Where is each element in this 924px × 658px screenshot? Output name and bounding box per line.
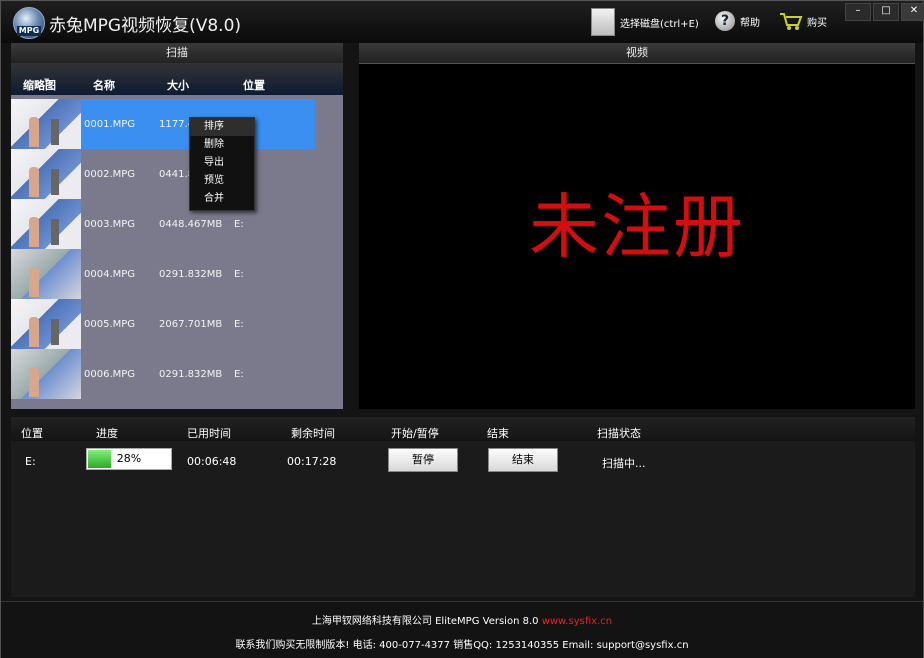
menu-item-delete[interactable]: 删除 bbox=[190, 136, 254, 154]
video-panel-header: 视频 bbox=[359, 43, 915, 64]
file-list-header: ▼ 缩略图 名称 大小 位置 bbox=[11, 63, 343, 95]
thumbnail bbox=[11, 199, 81, 249]
file-location: E: bbox=[234, 219, 244, 230]
column-thumb[interactable]: 缩略图 bbox=[23, 77, 56, 93]
cart-icon bbox=[780, 13, 803, 30]
col-progress: 进度 bbox=[96, 427, 118, 440]
buy-label: 购买 bbox=[807, 17, 827, 29]
help-label: 帮助 bbox=[740, 17, 760, 29]
col-remaining: 剩余时间 bbox=[291, 427, 335, 440]
thumbnail bbox=[11, 299, 81, 349]
column-name[interactable]: 名称 bbox=[93, 77, 115, 93]
unregistered-watermark: 未注册 bbox=[529, 186, 745, 268]
file-location: E: bbox=[234, 269, 244, 280]
file-name: 0005.MPG bbox=[84, 319, 136, 330]
app-logo-label: MPG bbox=[17, 26, 41, 36]
minimize-icon[interactable]: – bbox=[845, 3, 871, 21]
col-stop: 结束 bbox=[487, 427, 509, 440]
select-disk-label: 选择磁盘(ctrl+E) bbox=[620, 18, 699, 30]
elapsed-time: 00:06:48 bbox=[187, 455, 237, 468]
footer-company-line: 上海甲钗网络科技有限公司 EliteMPG Version 8.0 www.sy… bbox=[1, 612, 923, 627]
footer-contact: 联系我们购买无限制版本! 电话: 400-077-4377 销售QQ: 1253… bbox=[235, 640, 689, 651]
menu-item-export[interactable]: 导出 bbox=[190, 154, 254, 172]
stop-button[interactable]: 结束 bbox=[488, 448, 558, 472]
title-bar: MPG 赤兔MPG视频恢复(V8.0) 选择磁盘(ctrl+E) ? 帮助 购买… bbox=[1, 1, 924, 43]
buy-button[interactable]: 购买 bbox=[779, 11, 827, 31]
col-start-pause: 开始/暂停 bbox=[391, 427, 439, 440]
file-list: 0001.MPG 1177.4 0002.MPG 0441.8 0003.MPG… bbox=[11, 99, 343, 399]
disk-icon bbox=[591, 8, 615, 36]
progress-bar: 28% bbox=[86, 448, 172, 470]
col-elapsed: 已用时间 bbox=[187, 427, 231, 440]
file-row[interactable]: 0003.MPG 0448.467MB E: bbox=[11, 199, 343, 249]
column-location[interactable]: 位置 bbox=[243, 77, 265, 93]
file-name: 0001.MPG bbox=[84, 119, 136, 130]
file-location: E: bbox=[234, 369, 244, 380]
progress-row: E: 28% 00:06:48 00:17:28 暂停 结束 扫描中... bbox=[11, 447, 915, 475]
help-button[interactable]: ? 帮助 bbox=[715, 11, 760, 31]
context-menu: 排序 删除 导出 预览 合并 bbox=[189, 117, 255, 211]
file-row[interactable]: 0004.MPG 0291.832MB E: bbox=[11, 249, 343, 299]
scan-panel-header: 扫描 bbox=[11, 43, 343, 64]
file-size: 0448.467MB bbox=[159, 219, 223, 230]
file-size: 2067.701MB bbox=[159, 319, 223, 330]
scan-progress-panel bbox=[11, 417, 915, 597]
menu-item-preview[interactable]: 预览 bbox=[190, 172, 254, 190]
pause-button[interactable]: 暂停 bbox=[388, 448, 458, 472]
progress-percent: 28% bbox=[116, 452, 142, 465]
scan-status: 扫描中... bbox=[602, 457, 646, 470]
col-status: 扫描状态 bbox=[597, 427, 641, 440]
footer-company: 上海甲钗网络科技有限公司 EliteMPG Version 8.0 bbox=[311, 616, 539, 627]
app-window: MPG 赤兔MPG视频恢复(V8.0) 选择磁盘(ctrl+E) ? 帮助 购买… bbox=[0, 0, 924, 658]
file-size: 0291.832MB bbox=[159, 269, 223, 280]
close-icon[interactable]: ✕ bbox=[901, 3, 924, 21]
file-row[interactable]: 0006.MPG 0291.832MB E: bbox=[11, 349, 343, 399]
menu-item-merge[interactable]: 合并 bbox=[190, 190, 254, 208]
file-row[interactable]: 0005.MPG 2067.701MB E: bbox=[11, 299, 343, 349]
file-name: 0004.MPG bbox=[84, 269, 136, 280]
file-row[interactable]: 0002.MPG 0441.8 bbox=[11, 149, 343, 199]
thumbnail bbox=[11, 149, 81, 199]
file-name: 0006.MPG bbox=[84, 369, 136, 380]
file-size: 0291.832MB bbox=[159, 369, 223, 380]
window-controls: – □ ✕ bbox=[843, 3, 924, 21]
app-title: 赤兔MPG视频恢复(V8.0) bbox=[49, 16, 242, 36]
column-size[interactable]: 大小 bbox=[167, 77, 189, 93]
remaining-time: 00:17:28 bbox=[287, 455, 337, 468]
col-location: 位置 bbox=[21, 427, 43, 440]
app-logo-icon: MPG bbox=[13, 7, 45, 39]
maximize-icon[interactable]: □ bbox=[873, 3, 899, 21]
scan-location: E: bbox=[25, 455, 36, 468]
help-icon: ? bbox=[715, 11, 735, 31]
select-disk-button[interactable]: 选择磁盘(ctrl+E) bbox=[591, 8, 699, 36]
footer: 上海甲钗网络科技有限公司 EliteMPG Version 8.0 www.sy… bbox=[1, 601, 923, 658]
menu-item-sort[interactable]: 排序 bbox=[190, 118, 254, 136]
file-name: 0002.MPG bbox=[84, 169, 136, 180]
file-location: E: bbox=[234, 319, 244, 330]
thumbnail bbox=[11, 249, 81, 299]
thumbnail bbox=[11, 99, 81, 149]
file-name: 0003.MPG bbox=[84, 219, 136, 230]
thumbnail bbox=[11, 349, 81, 399]
footer-website-link[interactable]: www.sysfix.cn bbox=[542, 616, 612, 627]
progress-header: 位置 进度 已用时间 剩余时间 开始/暂停 结束 扫描状态 bbox=[11, 417, 915, 441]
file-row[interactable]: 0001.MPG 1177.4 bbox=[11, 99, 343, 149]
